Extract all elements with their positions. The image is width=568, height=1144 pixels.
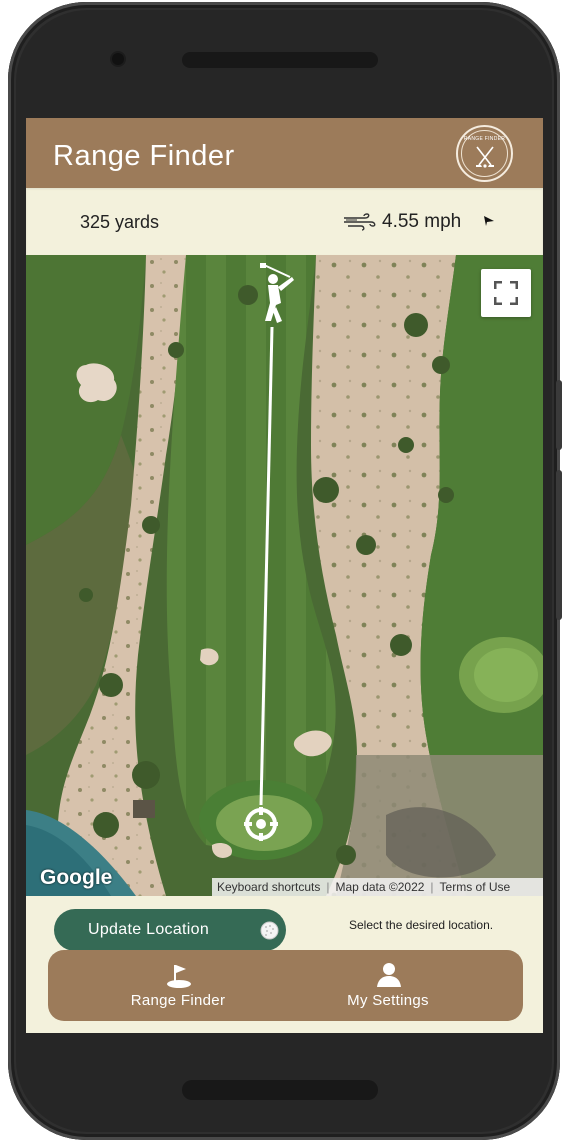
app-header: Range Finder RANGE FINDER [26, 118, 543, 188]
nav-item-range-finder[interactable]: Range Finder [108, 950, 248, 1021]
app-logo: RANGE FINDER [456, 125, 513, 182]
google-logo[interactable]: Google [40, 866, 112, 890]
satellite-map[interactable]: Google Keyboard shortcuts | Map data ©20… [26, 255, 543, 896]
nav-item-my-settings[interactable]: My Settings [318, 950, 458, 1021]
crossed-clubs-icon [476, 146, 494, 168]
map-attribution: Keyboard shortcuts | Map data ©2022 | Te… [212, 878, 543, 896]
hint-text: Select the desired location. [349, 918, 494, 932]
earpiece-speaker [182, 52, 378, 68]
wind-icon [344, 213, 376, 231]
info-bar: 325 yards 4.55 mph [26, 188, 543, 255]
nav-label-my-settings: My Settings [347, 992, 429, 1009]
logo-text: RANGE FINDER [463, 136, 506, 142]
terms-of-use-link[interactable]: Terms of Use [440, 880, 511, 894]
golf-ball-icon [260, 921, 279, 940]
update-location-label: Update Location [88, 921, 210, 938]
front-camera [112, 53, 124, 65]
shot-line [259, 326, 274, 806]
wind-direction-icon [484, 216, 494, 226]
volume-button [556, 380, 562, 450]
fullscreen-icon [494, 281, 518, 305]
bottom-navigation: Range Finder My Settings [48, 950, 523, 1021]
app-title: Range Finder [53, 140, 235, 172]
golfer-icon[interactable] [254, 263, 298, 333]
distance-readout: 325 yards [80, 212, 160, 232]
nav-label-range-finder: Range Finder [130, 992, 226, 1009]
bottom-speaker [182, 1080, 378, 1100]
power-button [556, 470, 562, 620]
app-screen: Range Finder RANGE FINDER 325 yards 4.55… [26, 118, 543, 1033]
wind-speed: 4.55 mph [382, 211, 462, 232]
fullscreen-button[interactable] [481, 269, 531, 317]
target-icon[interactable] [244, 807, 278, 841]
attribution-separator: | [430, 880, 434, 894]
user-icon [377, 963, 401, 987]
flag-icon [167, 965, 191, 988]
attribution-separator: | [326, 880, 330, 894]
map-data-text: Map data ©2022 [335, 880, 425, 894]
keyboard-shortcuts-link[interactable]: Keyboard shortcuts [217, 880, 320, 894]
update-location-button[interactable]: Update Location [54, 909, 286, 951]
